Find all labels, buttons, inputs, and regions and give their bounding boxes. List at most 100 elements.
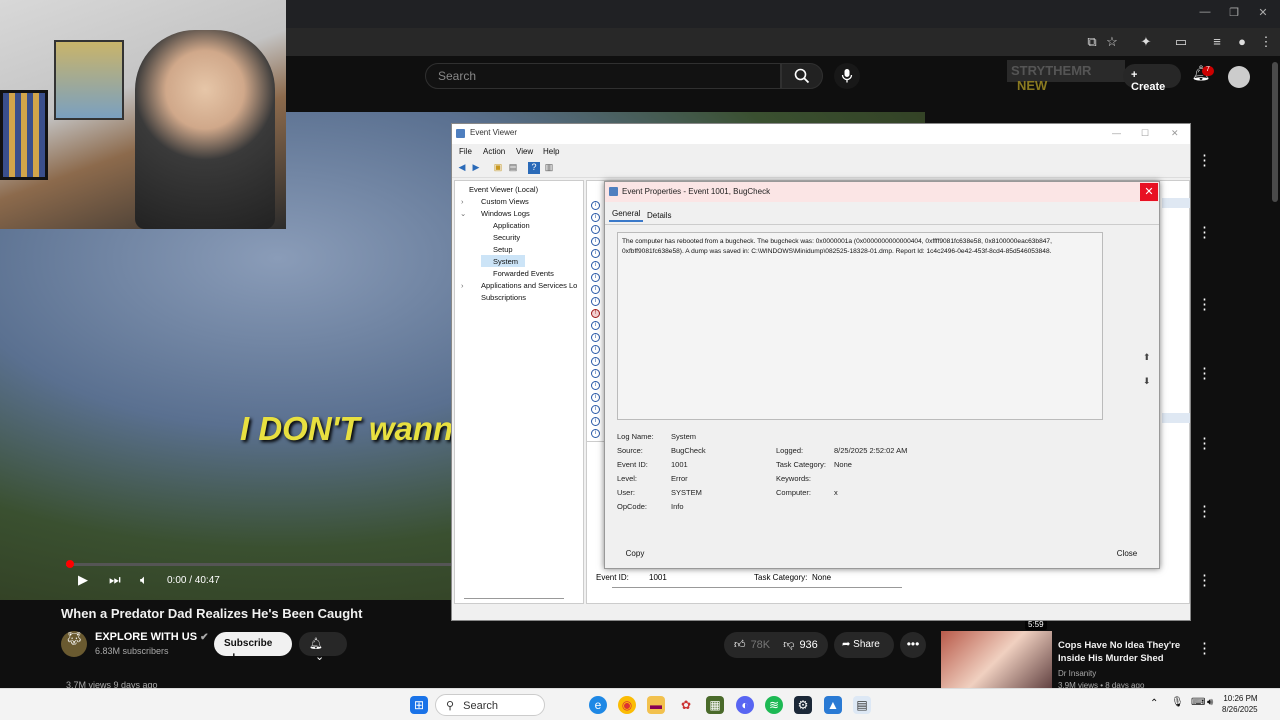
event-viewer-taskbar-icon[interactable]: ▤ [853, 696, 871, 714]
notification-preferences-button[interactable]: 🔔︎ ⌄ [299, 632, 347, 663]
progress-scrubber-handle[interactable] [66, 560, 74, 568]
window-close-button[interactable]: ✕ [1254, 6, 1272, 22]
recommended-video-title[interactable]: Cops Have No Idea They're Inside His Mur… [1058, 639, 1188, 665]
expand-icon[interactable]: › [461, 281, 464, 290]
horizontal-scrollbar[interactable] [612, 587, 902, 588]
more-options-icon[interactable]: ⋮ [1197, 434, 1212, 452]
tree-item-subscriptions[interactable]: Subscriptions [481, 293, 526, 302]
tree-item-root[interactable]: Event Viewer (Local) [469, 185, 538, 194]
tree-item-security[interactable]: Security [493, 233, 520, 242]
forward-arrow-icon[interactable]: ▶ [470, 162, 482, 174]
event-properties-dialog[interactable]: Event Properties - Event 1001, BugCheck … [604, 181, 1160, 569]
create-button[interactable]: + Create [1123, 64, 1181, 93]
spotify-icon[interactable]: ≋ [765, 696, 783, 714]
tree-item-custom-views[interactable]: Custom Views [481, 197, 529, 206]
folder-up-icon[interactable]: ▣ [492, 162, 504, 174]
microphone-icon[interactable]: 🎙︎ [1171, 697, 1184, 708]
dialog-title-bar[interactable]: Event Properties - Event 1001, BugCheck [605, 182, 1159, 202]
video-progress-bar[interactable] [66, 563, 456, 566]
back-arrow-icon[interactable]: ◀ [456, 162, 468, 174]
more-options-icon[interactable]: ⋮ [1197, 223, 1212, 241]
volume-icon[interactable]: 🔊︎ [1207, 697, 1213, 708]
voice-search-button[interactable] [834, 63, 860, 89]
wifi-icon[interactable]: ⌨ [1191, 697, 1205, 708]
like-icon[interactable]: 👍︎ [734, 639, 746, 651]
screenshot-icon[interactable]: ⧉ [1083, 34, 1101, 50]
steam-icon[interactable]: ⚙ [794, 696, 812, 714]
menu-action[interactable]: Action [483, 147, 505, 156]
search-icon [794, 68, 810, 84]
window-minimize-button[interactable]: — [1196, 6, 1214, 22]
search-button[interactable] [781, 63, 823, 89]
tree-item-system[interactable]: System [493, 257, 518, 266]
chrome-icon[interactable]: ◉ [618, 696, 636, 714]
volume-icon[interactable]: 🔈︎ [140, 572, 148, 590]
start-menu-icon[interactable]: ⊞ [410, 696, 428, 714]
account-avatar[interactable] [1228, 66, 1250, 88]
app-icon[interactable]: ▲ [824, 696, 842, 714]
recommended-video-thumbnail[interactable] [941, 631, 1052, 689]
app-icon[interactable]: ✿ [677, 696, 695, 714]
page-scrollbar[interactable] [1272, 62, 1278, 202]
actions-pane-header[interactable] [1162, 413, 1190, 423]
share-button[interactable]: ➦ Share [834, 632, 894, 658]
tab-details[interactable]: Details [647, 211, 671, 220]
recommended-video-channel[interactable]: Dr Insanity [1058, 669, 1096, 678]
cast-icon[interactable]: ▭ [1172, 34, 1190, 50]
more-options-icon[interactable]: ⋮ [1197, 502, 1212, 520]
close-icon[interactable]: ✕ [1171, 128, 1179, 139]
file-explorer-icon[interactable]: ▬ [647, 696, 665, 714]
more-options-icon[interactable]: ⋮ [1197, 364, 1212, 382]
discord-icon[interactable]: ◐ [736, 696, 754, 714]
channel-avatar[interactable]: 🐺︎ [61, 631, 87, 657]
dislike-icon[interactable]: 👎︎ [783, 639, 794, 651]
subscribe-button[interactable]: Subscribe + [214, 632, 292, 664]
horizontal-scrollbar[interactable] [464, 598, 564, 599]
tab-general[interactable]: General [609, 209, 644, 222]
menu-file[interactable]: File [459, 147, 472, 156]
more-actions-icon[interactable]: ••• [900, 632, 926, 658]
search-input[interactable]: Search [425, 63, 781, 89]
tree-item-apps-services[interactable]: Applications and Services Lo [481, 281, 577, 290]
profile-icon[interactable]: ● [1233, 34, 1251, 50]
window-restore-button[interactable]: ❐ [1225, 6, 1243, 22]
like-dislike-group[interactable]: 👍︎ 78K 👎︎ 936 [724, 632, 828, 658]
copy-button[interactable]: Copy [613, 546, 657, 562]
tree-item-forwarded-events[interactable]: Forwarded Events [493, 269, 554, 278]
channel-name[interactable]: EXPLORE WITH US ✔ [95, 631, 209, 643]
maximize-icon[interactable]: ☐ [1141, 128, 1149, 139]
extensions-icon[interactable]: ✦ [1137, 34, 1155, 50]
minimize-icon[interactable]: — [1112, 128, 1121, 138]
collapse-icon[interactable]: ⌄ [460, 209, 466, 218]
dialog-close-icon[interactable]: ✕ [1140, 183, 1158, 201]
browser-menu-icon[interactable]: ⋮ [1257, 34, 1275, 50]
expand-icon[interactable]: › [461, 197, 464, 206]
action-pane-icon[interactable]: ▥ [543, 162, 555, 174]
play-icon[interactable]: ▶ [78, 572, 88, 590]
show-hide-tree-icon[interactable]: ▤ [507, 162, 519, 174]
tree-item-application[interactable]: Application [493, 221, 530, 230]
media-control-icon[interactable]: ≡ [1208, 34, 1226, 50]
help-icon[interactable]: ? [528, 162, 540, 174]
tree-item-setup[interactable]: Setup [493, 245, 513, 254]
event-description-box[interactable]: The computer has rebooted from a bugchec… [617, 232, 1103, 420]
taskbar-search[interactable]: ⚲ Search [435, 694, 545, 716]
edge-icon[interactable]: e [589, 696, 607, 714]
bookmark-star-icon[interactable]: ☆ [1103, 34, 1121, 50]
app-icon[interactable]: ▦ [706, 696, 724, 714]
more-options-icon[interactable]: ⋮ [1197, 151, 1212, 169]
tree-item-windows-logs[interactable]: Windows Logs [481, 209, 530, 218]
next-video-icon[interactable]: ⏭ [109, 572, 121, 590]
more-options-icon[interactable]: ⋮ [1197, 571, 1212, 589]
more-options-icon[interactable]: ⋮ [1197, 639, 1212, 657]
next-event-arrow-icon[interactable]: ⬇ [1143, 376, 1151, 387]
more-options-icon[interactable]: ⋮ [1197, 295, 1212, 313]
chevron-up-icon[interactable]: ⌃ [1150, 698, 1158, 709]
menu-view[interactable]: View [516, 147, 533, 156]
event-viewer-title-bar[interactable]: Event Viewer [452, 124, 1190, 144]
menu-help[interactable]: Help [543, 147, 559, 156]
close-button[interactable]: Close [1105, 546, 1149, 562]
previous-event-arrow-icon[interactable]: ⬆ [1143, 352, 1151, 363]
actions-pane-header[interactable] [1162, 198, 1190, 208]
taskbar-clock[interactable]: 10:26 PM 8/26/2025 [1222, 693, 1258, 715]
